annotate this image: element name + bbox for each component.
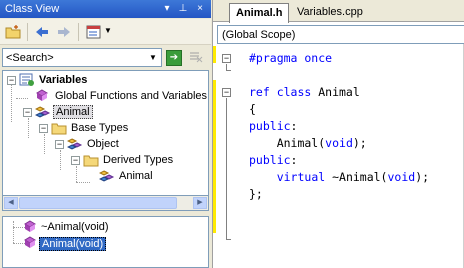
close-icon[interactable]: ×	[193, 2, 207, 16]
member-label: ~Animal(void)	[41, 221, 109, 233]
class-tree[interactable]: − Variables Global Functions and Variabl…	[2, 70, 209, 196]
folder-icon	[83, 155, 99, 167]
code-token: );	[415, 170, 430, 184]
toolbar-separator	[78, 23, 79, 41]
outline-line	[226, 239, 231, 240]
code-line[interactable]: #pragma once	[249, 50, 429, 67]
toolbar-separator	[27, 23, 28, 41]
code-editor: Animal.h Variables.cpp (Global Scope) − …	[212, 0, 464, 268]
change-marker	[213, 46, 216, 63]
auto-hide-pin-icon[interactable]: ⊥	[176, 2, 190, 16]
member-destructor[interactable]: ~Animal(void)	[3, 219, 208, 235]
tab-variables-cpp[interactable]: Variables.cpp	[291, 3, 369, 22]
folder-icon	[51, 123, 67, 135]
tree-node-label: Derived Types	[103, 154, 174, 166]
member-label-selected: Animal(void)	[39, 237, 107, 251]
code-keyword: virtual	[276, 170, 326, 184]
new-folder-icon[interactable]	[5, 24, 21, 40]
class-view-panel: Class View ▾ ⊥ × ▼ ▼ ➔	[0, 0, 211, 268]
member-constructor[interactable]: Animal(void)	[3, 235, 208, 251]
view-settings-icon[interactable]	[86, 24, 102, 40]
code-keyword: public	[249, 119, 291, 133]
code-token: };	[249, 187, 263, 201]
tree-node-animal-class[interactable]: − Animal	[3, 105, 208, 121]
code-line[interactable]	[249, 67, 429, 84]
change-marker	[213, 80, 216, 233]
method-icon	[24, 220, 36, 232]
collapse-region-icon[interactable]: −	[222, 54, 231, 63]
document-tabs: Animal.h Variables.cpp	[213, 0, 464, 23]
code-token: :	[290, 119, 298, 133]
scroll-left-button[interactable]: ◀	[4, 197, 18, 209]
class-view-title-bar: Class View ▾ ⊥ ×	[0, 0, 211, 18]
tree-node-label: Animal	[119, 170, 153, 182]
tree-node-variables[interactable]: − Variables	[3, 73, 208, 89]
code-token: Animal	[311, 85, 360, 99]
code-token: :	[290, 153, 298, 167]
outlining-gutter: − −	[213, 46, 237, 268]
tree-node-object-class[interactable]: − Object	[3, 137, 208, 153]
code-keyword: ref class	[249, 85, 312, 99]
forward-arrow-icon[interactable]	[56, 24, 72, 40]
scope-dropdown[interactable]: (Global Scope)	[217, 25, 464, 44]
code-line[interactable]: Animal(void);	[249, 135, 429, 152]
code-token: ~Animal(	[325, 170, 388, 184]
collapse-region-icon[interactable]: −	[222, 88, 231, 97]
tree-node-animal-derived[interactable]: Animal	[3, 169, 208, 185]
code-line[interactable]: ref class Animal	[249, 84, 429, 101]
scroll-thumb[interactable]	[19, 197, 177, 209]
tree-node-derived-types[interactable]: − Derived Types	[3, 153, 208, 169]
project-icon	[19, 73, 34, 86]
class-view-toolbar: ▼	[0, 19, 211, 45]
tree-node-label: Global Functions and Variables	[55, 90, 208, 102]
chevron-down-icon[interactable]: ▼	[104, 26, 112, 35]
class-icon	[99, 170, 115, 182]
code-line[interactable]: public:	[249, 152, 429, 169]
code-keyword: #pragma once	[249, 51, 333, 65]
tree-node-label: Object	[87, 138, 119, 150]
scroll-right-button[interactable]: ▶	[193, 197, 207, 209]
global-functions-icon	[36, 89, 48, 101]
search-go-button[interactable]: ➔	[166, 50, 182, 66]
code-token: Animal(	[249, 136, 326, 150]
tree-node-label: Animal	[53, 105, 93, 119]
collapse-expander[interactable]: −	[7, 76, 16, 85]
collapse-expander[interactable]: −	[23, 108, 32, 117]
code-line[interactable]: public:	[249, 118, 429, 135]
code-line[interactable]: {	[249, 101, 429, 118]
class-icon	[35, 106, 51, 118]
method-icon	[24, 236, 36, 248]
code-token: );	[352, 136, 367, 150]
code-line[interactable]: virtual ~Animal(void);	[249, 169, 429, 186]
search-combobox[interactable]: ▼	[2, 48, 162, 67]
outline-line	[226, 70, 231, 71]
clear-search-button[interactable]	[186, 50, 206, 66]
members-list[interactable]: ~Animal(void) Animal(void)	[2, 216, 209, 268]
outline-line	[226, 98, 227, 239]
collapse-expander[interactable]: −	[55, 140, 64, 149]
search-input[interactable]	[6, 51, 146, 64]
window-position-dropdown-icon[interactable]: ▾	[160, 2, 174, 16]
class-view-title: Class View	[5, 3, 60, 15]
code-keyword: public	[249, 153, 291, 167]
code-keyword: void	[325, 136, 353, 150]
tree-node-base-types[interactable]: − Base Types	[3, 121, 208, 137]
collapse-expander[interactable]: −	[71, 156, 80, 165]
collapse-expander[interactable]: −	[39, 124, 48, 133]
code-line[interactable]: };	[249, 186, 429, 203]
code-text[interactable]: #pragma once ref class Animal{public: Ani…	[249, 50, 429, 203]
back-arrow-icon[interactable]	[34, 24, 50, 40]
tree-node-label: Variables	[39, 74, 88, 86]
code-keyword: void	[387, 170, 416, 184]
tree-horizontal-scrollbar[interactable]: ◀ ▶	[2, 196, 209, 211]
clear-search-icon	[190, 52, 203, 63]
tab-animal-h[interactable]: Animal.h	[229, 3, 290, 23]
code-token: {	[249, 102, 256, 116]
class-icon	[67, 138, 83, 150]
tree-node-global-functions[interactable]: Global Functions and Variables	[3, 89, 208, 105]
chevron-down-icon[interactable]: ▼	[146, 50, 160, 65]
tree-node-label: Base Types	[71, 122, 129, 134]
